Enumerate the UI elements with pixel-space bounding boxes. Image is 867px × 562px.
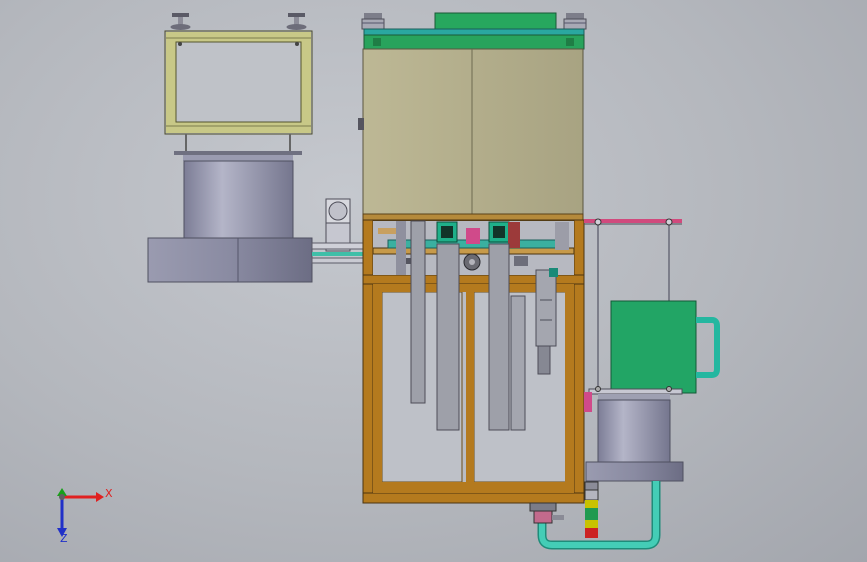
- leveling-foot-right: [286, 13, 307, 30]
- linear-feed-track: [311, 198, 365, 264]
- drive-mechanism: [372, 221, 575, 275]
- green-hopper: [610, 300, 697, 394]
- z-axis-label: Z: [60, 532, 68, 545]
- leveling-foot-left: [170, 13, 191, 30]
- main-machine: [358, 12, 587, 504]
- feeder-bowl-cylinder: [183, 160, 294, 240]
- x-axis-label: X: [105, 487, 113, 500]
- control-cabinet: [362, 48, 584, 216]
- top-roller-left: [361, 13, 385, 30]
- top-roller-right: [563, 13, 587, 30]
- right-feeder-base: [585, 461, 684, 482]
- coordinate-triad: X Z: [57, 487, 113, 545]
- olive-rack-frame: [164, 30, 313, 135]
- right-vibratory-feeder: [584, 300, 720, 482]
- cad-model-drawing: X Z: [57, 12, 720, 550]
- x-axis-arrowhead: [96, 492, 104, 502]
- left-vibratory-feeder: [147, 13, 313, 283]
- cad-viewport[interactable]: X Z: [0, 0, 867, 562]
- feeder-base: [147, 237, 313, 283]
- right-feeder-bowl: [597, 399, 671, 464]
